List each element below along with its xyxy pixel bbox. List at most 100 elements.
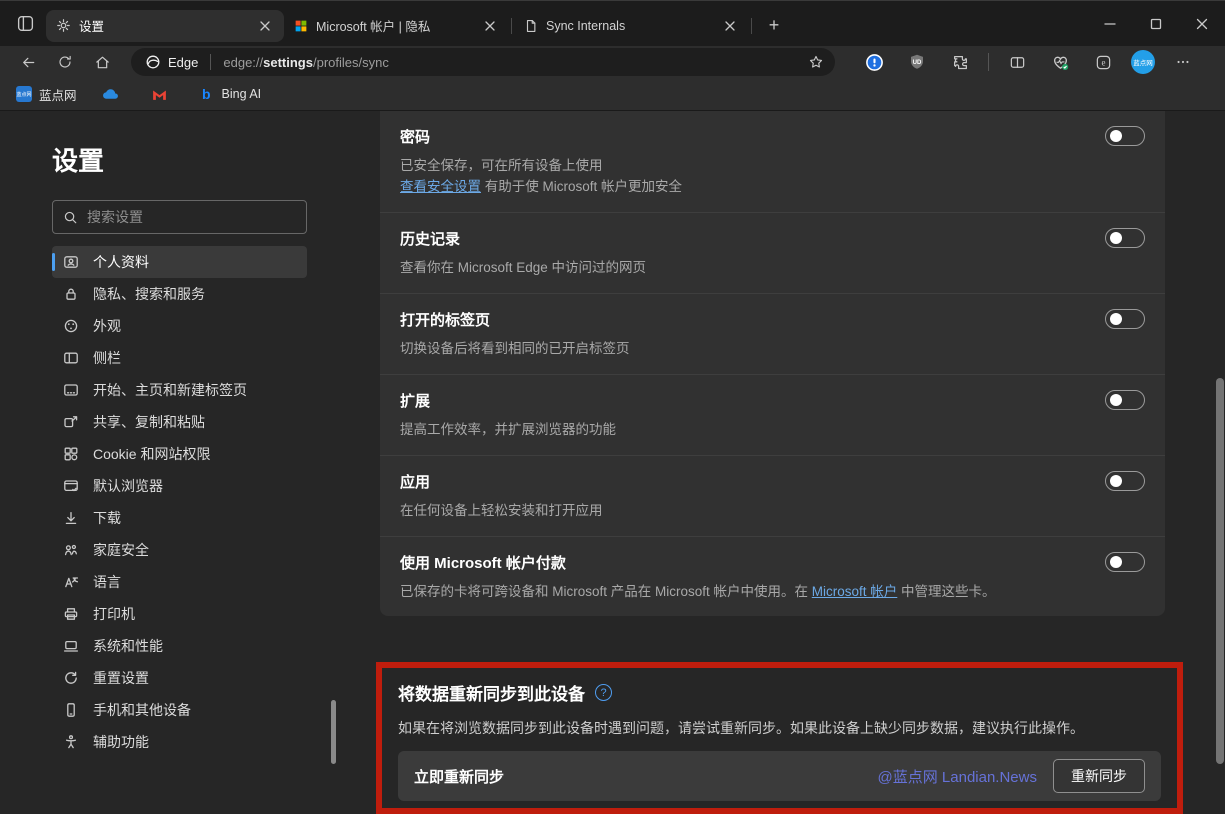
- payments-sync-toggle[interactable]: [1105, 552, 1145, 572]
- toggle-knob: [1110, 232, 1122, 244]
- toggle-knob: [1110, 394, 1122, 406]
- close-window-button[interactable]: [1179, 1, 1225, 46]
- sync-row-passwords: 密码 已安全保存，可在所有设备上使用 查看安全设置 有助于使 Microsoft…: [380, 111, 1165, 213]
- home-button[interactable]: [86, 48, 118, 76]
- sidebar-scrollbar-thumb[interactable]: [331, 700, 336, 764]
- sync-settings-content: 密码 已安全保存，可在所有设备上使用 查看安全设置 有助于使 Microsoft…: [380, 111, 1167, 764]
- split-screen-icon[interactable]: [1002, 48, 1032, 76]
- resync-heading: 将数据重新同步到此设备: [398, 680, 585, 705]
- page-title: 设置: [52, 141, 340, 178]
- laptop-icon: [63, 638, 79, 654]
- tab-microsoft-account[interactable]: Microsoft 帐户 | 隐私: [284, 10, 509, 42]
- bookmark-gmail[interactable]: [151, 86, 175, 103]
- password-manager-extension-icon[interactable]: [859, 48, 889, 76]
- resync-description: 如果在将浏览数据同步到此设备时遇到问题，请尝试重新同步。如果此设备上缺少同步数据…: [398, 718, 1161, 738]
- phone-icon: [63, 702, 79, 718]
- settings-nav: 个人资料 隐私、搜索和服务 外观 侧栏: [52, 246, 307, 764]
- tab-separator: [751, 18, 752, 34]
- sync-options-card: 密码 已安全保存，可在所有设备上使用 查看安全设置 有助于使 Microsoft…: [380, 111, 1165, 616]
- language-icon: [63, 574, 79, 590]
- back-button[interactable]: [12, 48, 44, 76]
- row-description: 已安全保存，可在所有设备上使用 查看安全设置 有助于使 Microsoft 帐户…: [400, 156, 1089, 198]
- url-text: edge://settings/profiles/sync: [223, 55, 803, 70]
- bookmark-landian[interactable]: 蓝点网 蓝点网: [16, 85, 77, 104]
- sidebar-item-accessibility[interactable]: 辅助功能: [52, 726, 307, 758]
- svg-text:b: b: [202, 86, 211, 102]
- cookies-icon: [63, 446, 79, 462]
- view-security-settings-link[interactable]: 查看安全设置: [400, 179, 481, 194]
- history-sync-toggle[interactable]: [1105, 228, 1145, 248]
- bookmark-bing-ai[interactable]: b Bing AI: [199, 86, 262, 102]
- extensions-sync-toggle[interactable]: [1105, 390, 1145, 410]
- maximize-button[interactable]: [1133, 1, 1179, 46]
- sidebar-item-downloads[interactable]: 下载: [52, 502, 307, 534]
- tab-title: 设置: [79, 16, 248, 35]
- search-input[interactable]: [87, 209, 296, 225]
- tab-actions-button[interactable]: [12, 11, 38, 37]
- settings-search-box[interactable]: [52, 200, 307, 234]
- gmail-icon: [151, 86, 168, 103]
- help-icon[interactable]: ?: [595, 684, 612, 701]
- ie-mode-icon[interactable]: e: [1088, 48, 1118, 76]
- sidebar-item-phone-devices[interactable]: 手机和其他设备: [52, 694, 307, 726]
- close-tab-icon[interactable]: [721, 17, 739, 35]
- tab-settings[interactable]: 设置: [46, 10, 284, 42]
- address-bar[interactable]: Edge edge://settings/profiles/sync: [131, 48, 835, 76]
- share-icon: [63, 414, 79, 430]
- family-icon: [63, 542, 79, 558]
- sidebar-item-system-performance[interactable]: 系统和性能: [52, 630, 307, 662]
- new-tab-button[interactable]: +: [760, 12, 788, 40]
- row-description: 已保存的卡将可跨设备和 Microsoft 产品在 Microsoft 帐户中使…: [400, 582, 1089, 603]
- sidebar-item-printers[interactable]: 打印机: [52, 598, 307, 630]
- extensions-puzzle-icon[interactable]: [945, 48, 975, 76]
- tab-sync-internals[interactable]: Sync Internals: [514, 10, 749, 42]
- site-chip-label: Edge: [168, 55, 198, 70]
- microsoft-account-link[interactable]: Microsoft 帐户: [812, 584, 898, 599]
- row-description: 提高工作效率，并扩展浏览器的功能: [400, 420, 1089, 441]
- sync-row-history: 历史记录 查看你在 Microsoft Edge 中访问过的网页: [380, 213, 1165, 294]
- sidebar-item-privacy[interactable]: 隐私、搜索和服务: [52, 278, 307, 310]
- sync-row-payments: 使用 Microsoft 帐户付款 已保存的卡将可跨设备和 Microsoft …: [380, 537, 1165, 617]
- profile-avatar[interactable]: 蓝点网: [1131, 50, 1155, 74]
- toggle-knob: [1110, 130, 1122, 142]
- minimize-button[interactable]: [1087, 1, 1133, 46]
- sidebar-item-start-home-newtab[interactable]: 开始、主页和新建标签页: [52, 374, 307, 406]
- sidebar-item-cookies-permissions[interactable]: Cookie 和网站权限: [52, 438, 307, 470]
- close-tab-icon[interactable]: [481, 17, 499, 35]
- browser-essentials-icon[interactable]: [1045, 48, 1075, 76]
- sidebar-item-appearance[interactable]: 外观: [52, 310, 307, 342]
- sidebar-item-about-edge[interactable]: 关于 Microsoft Edge: [52, 758, 307, 764]
- sidebar-item-profiles[interactable]: 个人资料: [52, 246, 307, 278]
- sidebar-item-reset-settings[interactable]: 重置设置: [52, 662, 307, 694]
- sidebar-item-default-browser[interactable]: 默认浏览器: [52, 470, 307, 502]
- edge-logo-icon: [145, 54, 161, 70]
- sidebar-item-share-copy-paste[interactable]: 共享、复制和粘贴: [52, 406, 307, 438]
- search-icon: [63, 210, 78, 225]
- open-tabs-sync-toggle[interactable]: [1105, 309, 1145, 329]
- sidebar-item-sidebar[interactable]: 侧栏: [52, 342, 307, 374]
- page-scrollbar-thumb[interactable]: [1216, 378, 1224, 764]
- row-description: 切换设备后将看到相同的已开启标签页: [400, 339, 1089, 360]
- toolbar-extensions-area: UD e 蓝点网: [859, 48, 1198, 76]
- more-menu-icon[interactable]: [1168, 48, 1198, 76]
- tab-strip: 设置 Microsoft 帐户 | 隐私 Sync Internals: [46, 1, 788, 46]
- lock-icon: [63, 286, 79, 302]
- sidebar-item-family-safety[interactable]: 家庭安全: [52, 534, 307, 566]
- resync-button[interactable]: 重新同步: [1053, 759, 1145, 793]
- bing-icon: b: [199, 86, 215, 102]
- tab-title: Microsoft 帐户 | 隐私: [316, 16, 473, 35]
- apps-sync-toggle[interactable]: [1105, 471, 1145, 491]
- passwords-sync-toggle[interactable]: [1105, 126, 1145, 146]
- sidebar-item-languages[interactable]: 语言: [52, 566, 307, 598]
- bookmarks-bar: 蓝点网 蓝点网 b Bing AI: [0, 78, 1225, 110]
- favorite-star-icon[interactable]: [803, 49, 829, 75]
- workspaces-icon: [16, 14, 35, 33]
- default-browser-icon: [63, 478, 79, 494]
- bookmark-onedrive[interactable]: [101, 85, 127, 104]
- svg-text:e: e: [1101, 57, 1105, 67]
- adblock-shield-extension-icon[interactable]: UD: [902, 48, 932, 76]
- sync-row-open-tabs: 打开的标签页 切换设备后将看到相同的已开启标签页: [380, 294, 1165, 375]
- refresh-button[interactable]: [49, 48, 81, 76]
- close-tab-icon[interactable]: [256, 17, 274, 35]
- toggle-knob: [1110, 313, 1122, 325]
